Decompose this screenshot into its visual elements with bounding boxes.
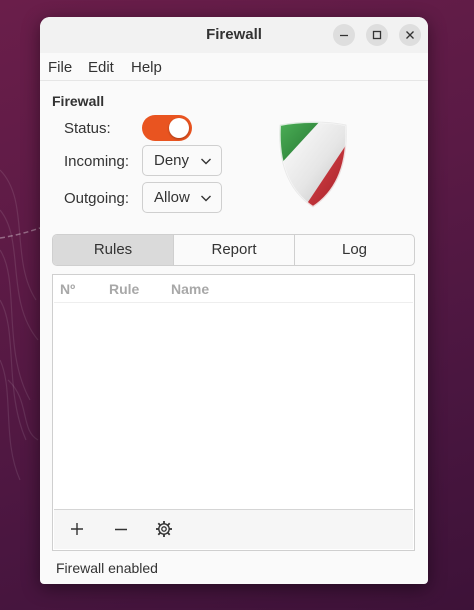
tab-report[interactable]: Report bbox=[174, 235, 295, 265]
rules-list[interactable]: Nº Rule Name bbox=[54, 276, 413, 510]
tab-log[interactable]: Log bbox=[295, 235, 414, 265]
column-header-number[interactable]: Nº bbox=[60, 281, 75, 297]
outgoing-value: Allow bbox=[154, 189, 190, 206]
header-divider bbox=[54, 302, 413, 303]
menu-help[interactable]: Help bbox=[131, 59, 162, 76]
status-toggle[interactable] bbox=[142, 115, 192, 141]
remove-rule-button[interactable] bbox=[110, 518, 132, 540]
outgoing-label: Outgoing: bbox=[64, 190, 130, 207]
edit-gear-icon bbox=[156, 521, 172, 537]
view-tabs: Rules Report Log bbox=[52, 234, 415, 266]
minimize-button[interactable] bbox=[333, 24, 355, 46]
tab-rules[interactable]: Rules bbox=[53, 235, 174, 265]
menu-edit[interactable]: Edit bbox=[88, 59, 114, 76]
remove-icon bbox=[115, 528, 127, 531]
maximize-button[interactable] bbox=[366, 24, 388, 46]
incoming-value: Deny bbox=[154, 152, 190, 169]
toggle-knob bbox=[169, 118, 189, 138]
maximize-icon bbox=[372, 30, 382, 40]
edit-rule-button[interactable] bbox=[153, 518, 175, 540]
firewall-section-title: Firewall bbox=[52, 93, 105, 109]
close-button[interactable] bbox=[399, 24, 421, 46]
outgoing-select[interactable]: Allow bbox=[142, 182, 222, 213]
title-bar[interactable]: Firewall bbox=[40, 17, 428, 54]
column-header-name[interactable]: Name bbox=[171, 281, 209, 297]
rules-toolbar bbox=[54, 510, 413, 549]
add-rule-button[interactable] bbox=[66, 518, 88, 540]
rules-panel: Nº Rule Name bbox=[52, 274, 415, 551]
column-header-rule[interactable]: Rule bbox=[109, 281, 139, 297]
menu-file[interactable]: File bbox=[48, 59, 72, 76]
menu-bar: File Edit Help bbox=[40, 53, 428, 81]
chevron-down-icon bbox=[201, 158, 211, 165]
firewall-window: Firewall File Edit Help Firewall Status:… bbox=[40, 17, 428, 584]
status-label: Status: bbox=[64, 120, 111, 137]
status-bar-text: Firewall enabled bbox=[56, 560, 158, 576]
firewall-shield-icon bbox=[278, 121, 348, 209]
incoming-label: Incoming: bbox=[64, 153, 130, 170]
incoming-select[interactable]: Deny bbox=[142, 145, 222, 176]
add-icon bbox=[71, 523, 83, 535]
close-icon bbox=[406, 31, 414, 39]
chevron-down-icon bbox=[201, 195, 211, 202]
minimize-icon bbox=[340, 34, 348, 37]
